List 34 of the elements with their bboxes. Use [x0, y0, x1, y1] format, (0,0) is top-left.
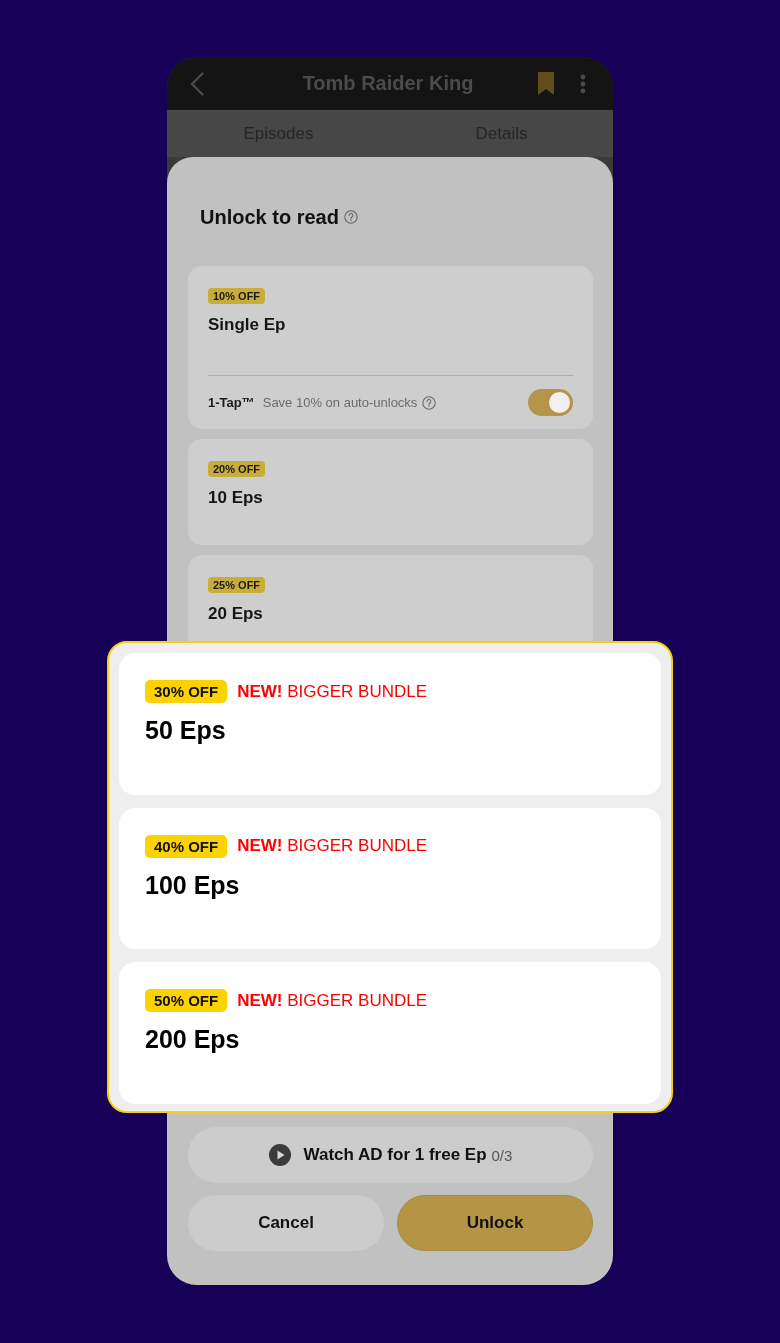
plan-name: 10 Eps: [208, 487, 264, 509]
discount-badge: 20% OFF: [208, 461, 266, 477]
plan-name: 20 Eps: [208, 603, 264, 625]
play-icon: [268, 1144, 291, 1166]
discount-badge: 10% OFF: [208, 288, 266, 304]
discount-badge: 30% OFF: [145, 680, 228, 703]
more-options-icon[interactable]: [580, 73, 586, 94]
discount-badge: 50% OFF: [145, 989, 228, 1013]
sheet-title: Unlock to read: [200, 205, 339, 229]
help-icon[interactable]: [343, 210, 358, 224]
unlock-button[interactable]: Unlock: [397, 1195, 593, 1251]
plan-card[interactable]: 20% OFF 10 Eps: [188, 439, 593, 545]
one-tap-description: Save 10% on auto-unlocks: [262, 395, 418, 410]
bookmark-icon[interactable]: [538, 72, 554, 95]
bundle-label: NEW! BIGGER BUNDLE: [237, 681, 428, 702]
help-icon[interactable]: [422, 395, 437, 410]
plan-card[interactable]: 10% OFF Single Ep 1-Tap™ Save 10% on auto-unlocks: [188, 266, 593, 429]
bundle-label: NEW! BIGGER BUNDLE: [237, 990, 428, 1011]
plan-card[interactable]: 25% OFF 20 Eps: [188, 555, 593, 641]
plan-card[interactable]: 40% OFF NEW! BIGGER BUNDLE 100 Eps: [119, 807, 661, 950]
plan-name: 200 Eps: [145, 1024, 241, 1055]
plan-name: 100 Eps: [145, 869, 241, 900]
plan-name: 50 Eps: [145, 715, 227, 745]
cancel-button[interactable]: Cancel: [188, 1195, 384, 1251]
bundle-label: NEW! BIGGER BUNDLE: [237, 836, 428, 857]
toggle-switch[interactable]: [528, 389, 573, 416]
plan-card[interactable]: 30% OFF NEW! BIGGER BUNDLE 50 Eps: [119, 653, 661, 795]
plan-card[interactable]: 50% OFF NEW! BIGGER BUNDLE 200 Eps: [119, 962, 661, 1104]
plan-name: Single Ep: [208, 314, 287, 336]
watch-ad-button[interactable]: Watch AD for 1 free Ep 0/3: [188, 1127, 593, 1183]
one-tap-label: 1-Tap™: [208, 395, 255, 410]
back-icon[interactable]: [190, 71, 204, 96]
discount-badge: 25% OFF: [208, 577, 266, 593]
discount-badge: 40% OFF: [145, 834, 228, 858]
